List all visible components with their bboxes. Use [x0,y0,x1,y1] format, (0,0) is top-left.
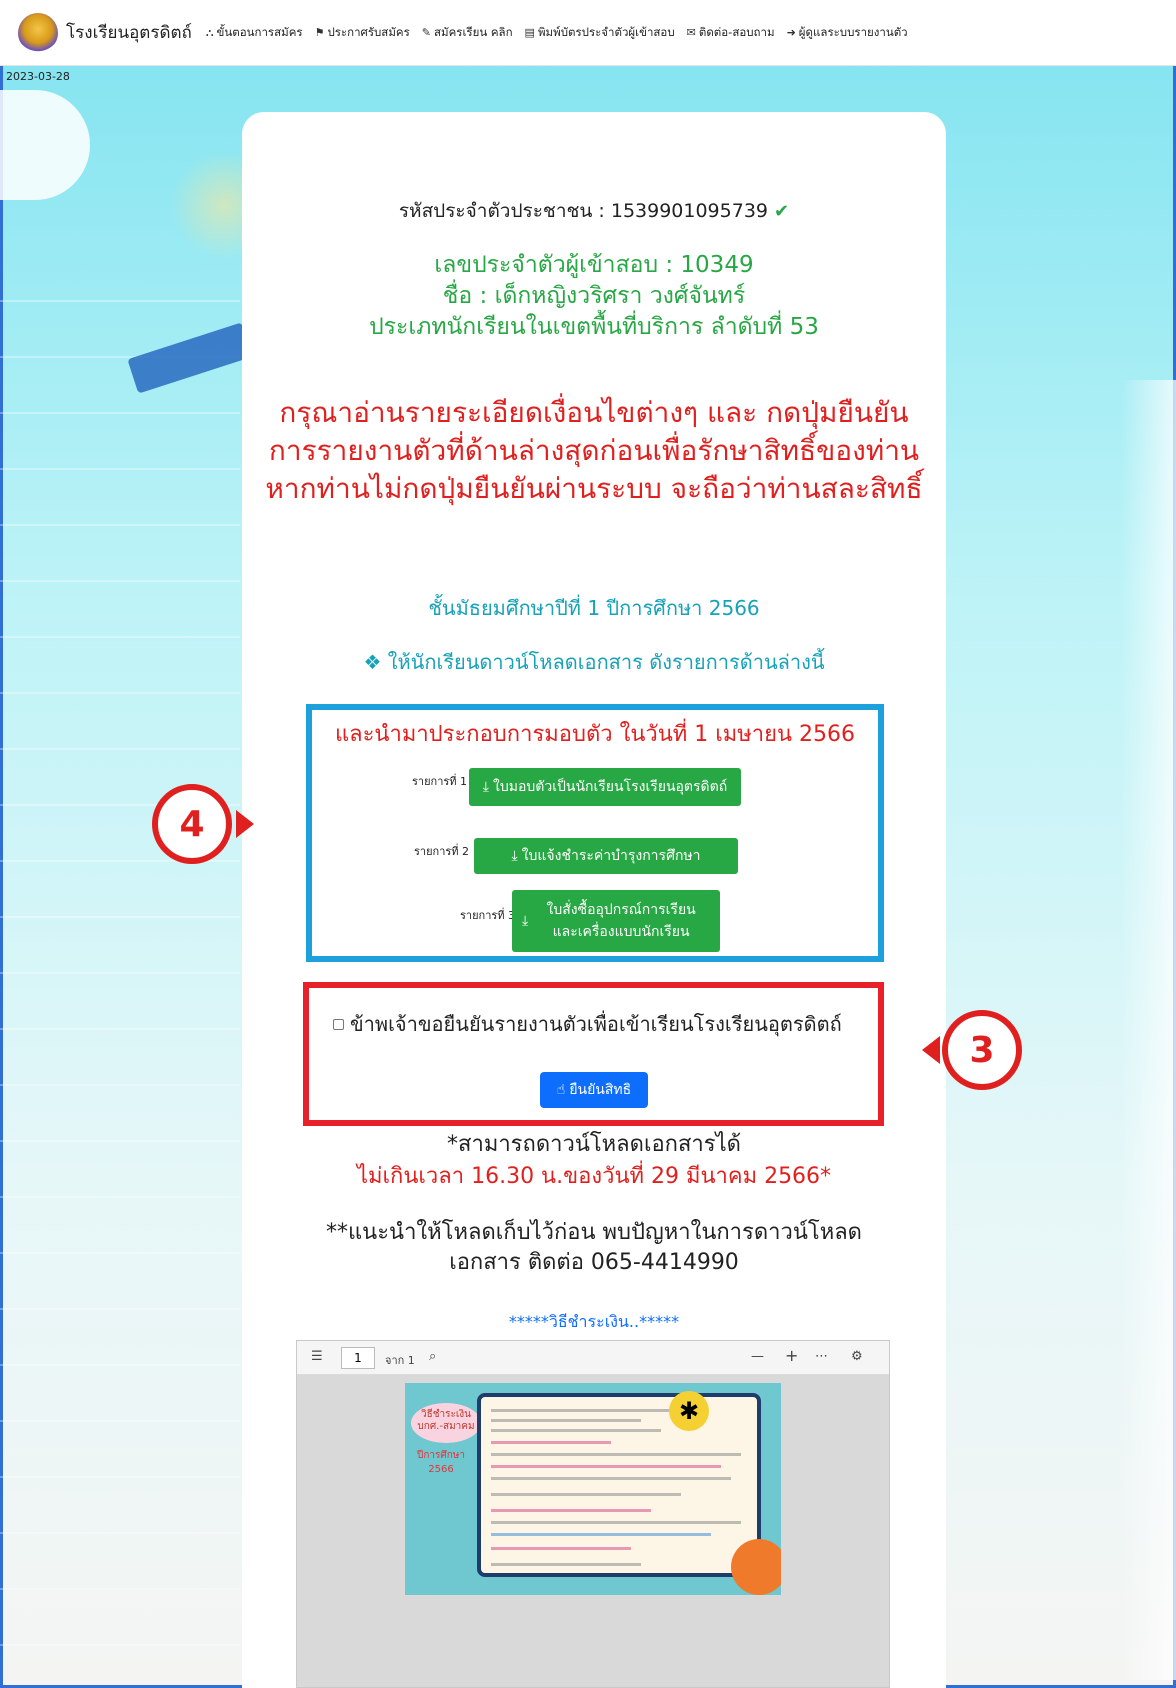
nav-item-contact[interactable]: ✉ ติดต่อ-สอบถาม [687,24,775,42]
nav-item-print-card[interactable]: ▤ พิมพ์บัตรประจำตัวผู้เข้าสอบ [525,24,675,42]
nav-item-apply[interactable]: ✎ สมัครเรียน คลิก [422,24,513,42]
download-icon: ⤓ [511,848,518,864]
confirm-box: ข้าพเจ้าขอยืนยันรายงานตัวเพื่อเข้าเรียนโ… [303,982,884,1126]
doc-content-panel [477,1393,761,1577]
doc-text-line [491,1453,741,1456]
item-label-1: รายการที่ 1 [412,775,468,788]
confirm-checkbox-label: ข้าพเจ้าขอยืนยันรายงานตัวเพื่อเข้าเรียนโ… [350,1012,842,1036]
exam-number: เลขประจำตัวผู้เข้าสอบ : 10349 [434,252,754,278]
background-right-decoration [1120,380,1176,1680]
doc-text-line [491,1547,631,1550]
pdf-page-preview: วิธีชำระเงิน บกศ.-สมาคม ปีการศึกษา 2566 … [405,1383,781,1595]
doc-bubble-title: วิธีชำระเงิน บกศ.-สมาคม [411,1403,481,1443]
download-button-fee-notice[interactable]: ⤓ ใบแจ้งชำระค่าบำรุงการศึกษา [474,838,738,874]
download-intro: ❖ ให้นักเรียนดาวน์โหลดเอกสาร ดังรายการด้… [363,650,825,674]
page-count: จาก 1 [385,1354,415,1367]
id-card-icon: ▤ [524,26,535,39]
download-box-title: และนำมาประกอบการมอบตัว ในวันที่ 1 เมษายน… [334,722,856,747]
nav-item-admin[interactable]: ➜ ผู้ดูแลระบบรายงานตัว [787,24,908,42]
download-button-label: ใบมอบตัวเป็นนักเรียนโรงเรียนอุตรดิตถ์ [493,779,728,795]
confirm-rights-button[interactable]: ☝ ยืนยันสิทธิ [540,1072,648,1108]
more-options-icon[interactable]: ⋯ [815,1349,828,1364]
pointer-hand-icon: ☝ [556,1082,566,1098]
doc-decoration-blob [731,1539,781,1595]
callout-marker-4: 4 [152,784,232,864]
download-icon: ⤓ [522,913,529,929]
download-icon: ⤓ [482,779,489,795]
citizen-id-line: รหัสประจำตัวประชาชน : 1539901095739 ✔ [242,196,946,226]
top-navbar: โรงเรียนอุตรดิตถ์ ⛬ ขั้นตอนการสมัคร ⚑ ปร… [0,0,1176,66]
sitemap-icon: ⛬ [205,25,214,39]
doc-year-label: ปีการศึกษา 2566 [417,1450,465,1475]
pdf-viewer: ☰ 1 จาก 1 ⌕ — + ⋯ ⚙ วิธีชำระเงิน บกศ.-สม… [296,1340,890,1688]
nav-item-label: ขั้นตอนการสมัคร [216,24,303,39]
doc-text-line [491,1429,661,1432]
nav-item-label: ผู้ดูแลระบบรายงานตัว [798,24,908,39]
doc-text-line [491,1477,731,1480]
nav-item-label: พิมพ์บัตรประจำตัวผู้เข้าสอบ [537,24,675,39]
doc-text-line [491,1465,721,1468]
confirm-button-label: ยืนยันสิทธิ [569,1082,632,1098]
nav-item-label: ประกาศรับสมัคร [327,24,410,39]
confirm-checkbox[interactable] [333,1018,344,1030]
announcement-icon: ⚑ [314,26,325,39]
edit-icon: ✎ [421,26,431,39]
background-stripes [0,300,240,1688]
pdf-toolbar: ☰ 1 จาก 1 ⌕ — + ⋯ ⚙ [297,1341,889,1375]
payment-method-title: *****วิธีชำระเงิน..***** [508,1312,680,1331]
download-button-label: ใบสั่งซื้ออุปกรณ์การเรียน และเครื่องแบบน… [546,902,696,940]
nav-item-label: สมัครเรียน คลิก [434,24,513,39]
settings-gear-icon[interactable]: ⚙ [851,1349,863,1364]
outline-toggle-icon[interactable]: ☰ [311,1349,323,1364]
doc-text-line [491,1509,651,1512]
doc-text-line [491,1441,611,1444]
doc-text-line [491,1409,691,1412]
nav-item-label: ติดต่อ-สอบถาม [698,24,775,39]
nav-item-announcement[interactable]: ⚑ ประกาศรับสมัคร [315,24,410,42]
grade-heading: ชั้นมัธยมศึกษาปีที่ 1 ปีการศึกษา 2566 [428,596,760,620]
download-note: *สามารถดาวน์โหลดเอกสารได้ [447,1132,741,1157]
search-icon[interactable]: ⌕ [429,1349,436,1364]
current-date: 2023-03-28 [6,70,70,83]
student-name: ชื่อ : เด็กหญิงวริศรา วงศ์จันทร์ [442,283,746,309]
callout-marker-3: 3 [942,1010,1022,1090]
verified-check-icon: ✔ [774,201,790,222]
contact-note: **แนะนำให้โหลดเก็บไว้ก่อน พบปัญหาในการดา… [326,1220,862,1275]
login-icon: ➜ [786,26,796,39]
chat-icon: ✉ [686,26,696,39]
doc-text-line [491,1533,711,1536]
brand-link[interactable]: โรงเรียนอุตรดิตถ์ [18,12,192,53]
student-type: ประเภทนักเรียนในเขตพื้นที่บริการ ลำดับที… [369,314,819,340]
zoom-in-icon[interactable]: + [785,1346,798,1365]
doc-text-line [491,1521,741,1524]
download-deadline: ไม่เกินเวลา 16.30 น.ของวันที่ 29 มีนาคม … [356,1164,832,1189]
doc-text-line [491,1419,641,1422]
callout-arrow-right [236,810,254,838]
brand-name: โรงเรียนอุตรดิตถ์ [66,23,192,43]
report-card: รหัสประจำตัวประชาชน : 1539901095739 ✔ เล… [242,112,946,1688]
warning-message: กรุณาอ่านรายระเอียดเงื่อนไขต่างๆ และ กดป… [265,396,923,505]
confirm-checkbox-row[interactable]: ข้าพเจ้าขอยืนยันรายงานตัวเพื่อเข้าเรียนโ… [333,1008,842,1040]
download-button-enrollment-form[interactable]: ⤓ ใบมอบตัวเป็นนักเรียนโรงเรียนอุตรดิตถ์ [469,768,741,806]
doc-text-line [491,1563,641,1566]
download-button-uniform-order[interactable]: ⤓ ใบสั่งซื้ออุปกรณ์การเรียน และเครื่องแบ… [512,890,720,952]
nav-item-steps[interactable]: ⛬ ขั้นตอนการสมัคร [206,24,303,42]
download-button-label: ใบแจ้งชำระค่าบำรุงการศึกษา [521,848,701,864]
background-cloud [0,90,90,200]
citizen-id-text: รหัสประจำตัวประชาชน : 1539901095739 [398,200,768,222]
callout-arrow-left [922,1036,940,1064]
doc-text-line [491,1493,681,1496]
school-logo-icon [18,12,58,53]
page-number-input[interactable]: 1 [341,1347,375,1369]
doc-star-icon: ✱ [669,1391,709,1431]
download-box: และนำมาประกอบการมอบตัว ในวันที่ 1 เมษายน… [306,704,884,962]
item-label-2: รายการที่ 2 [414,845,470,858]
item-label-3: รายการที่ 3 [460,909,516,922]
zoom-out-icon[interactable]: — [751,1349,764,1364]
